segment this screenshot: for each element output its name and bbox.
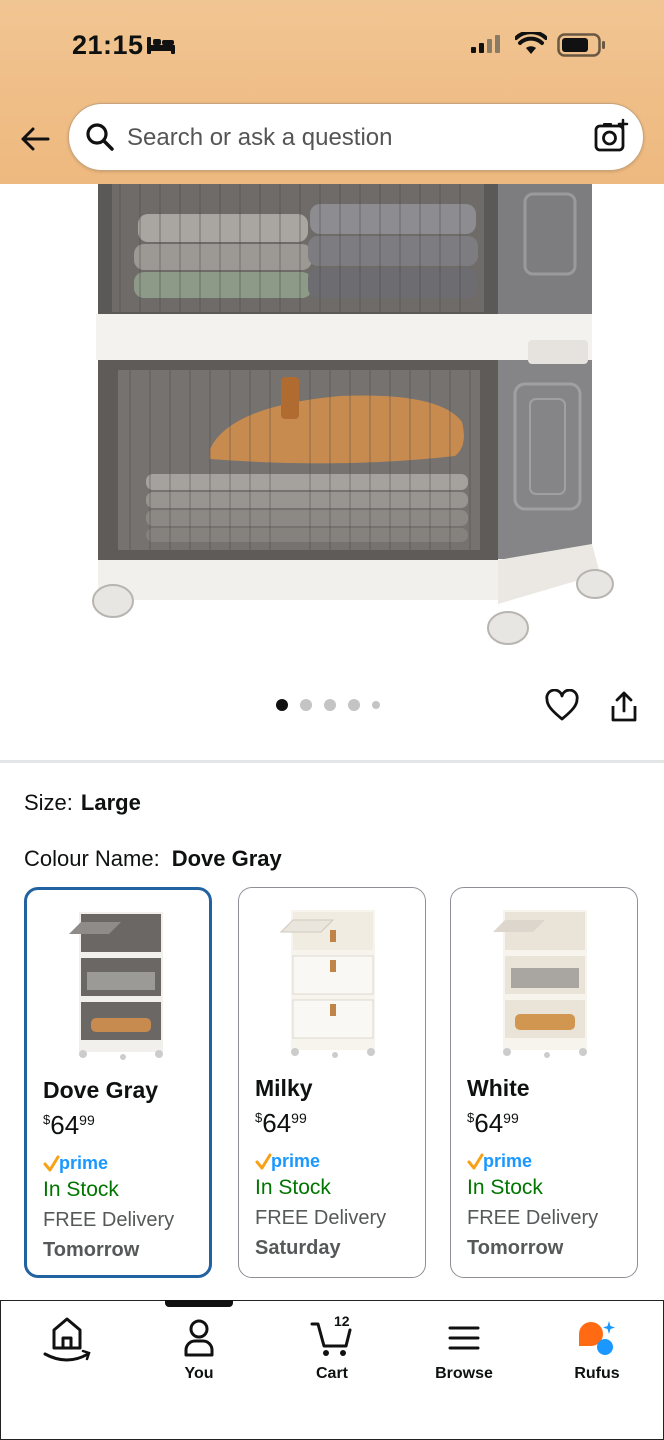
person-icon [184, 1319, 214, 1357]
image-pagination-dots[interactable] [276, 699, 380, 711]
camera-search-icon[interactable] [593, 118, 629, 154]
colour-label: Colour Name: [24, 846, 160, 871]
svg-text:prime: prime [271, 1151, 320, 1171]
prime-badge-icon: prime [467, 1151, 532, 1171]
stock-status: In Stock [43, 1178, 119, 1201]
delivery-day: Saturday [255, 1237, 341, 1259]
delivery-day: Tomorrow [43, 1239, 140, 1261]
search-input[interactable]: Search or ask a question [127, 124, 393, 152]
stock-status: In Stock [255, 1176, 331, 1199]
cellular-signal-icon [471, 35, 500, 53]
pagination-dot-3[interactable] [324, 699, 336, 711]
back-arrow-icon[interactable] [18, 122, 52, 156]
size-value: Large [80, 790, 141, 815]
storage-cabinet-image [92, 184, 614, 645]
menu-icon [448, 1326, 480, 1350]
product-thumbnail [69, 912, 163, 1060]
swatch-name: White [467, 1075, 530, 1101]
nav-browse[interactable]: Browse [414, 1315, 514, 1383]
nav-rufus[interactable]: Rufus [547, 1315, 647, 1383]
bed-icon [147, 37, 175, 54]
delivery-day: Tomorrow [467, 1237, 564, 1259]
heart-icon[interactable] [545, 689, 579, 723]
pagination-dot-2[interactable] [300, 699, 312, 711]
delivery-text: FREE Delivery [467, 1207, 599, 1229]
nav-home[interactable] [17, 1315, 117, 1362]
swatch-name: Milky [255, 1075, 313, 1101]
bottom-navigation: You 12 Cart Browse Rufus [0, 1300, 664, 1440]
svg-text:prime: prime [59, 1153, 108, 1173]
nav-browse-label: Browse [435, 1365, 493, 1382]
prime-badge-icon: prime [255, 1151, 320, 1171]
rufus-icon [579, 1321, 615, 1355]
stock-status: In Stock [467, 1176, 543, 1199]
home-icon [43, 1317, 91, 1362]
section-divider [0, 760, 664, 763]
swatch-price: $6499 [467, 1108, 519, 1138]
nav-you[interactable]: You [149, 1315, 249, 1383]
active-tab-indicator [165, 1300, 233, 1307]
status-time: 21:15 [72, 30, 144, 60]
colour-row: Colour Name: Dove Gray [24, 846, 282, 872]
battery-icon [557, 33, 605, 57]
cart-count-badge: 12 [334, 1313, 350, 1329]
prime-badge-icon: prime [43, 1153, 108, 1173]
colour-swatch-dove-gray[interactable]: Dove Gray $6499 prime In Stock FREE Deli… [24, 887, 212, 1278]
nav-you-label: You [184, 1365, 214, 1382]
pagination-dot-1[interactable] [276, 699, 288, 711]
product-image[interactable] [0, 184, 664, 664]
product-thumbnail [279, 910, 375, 1058]
share-icon[interactable] [609, 690, 639, 724]
search-icon [86, 123, 114, 151]
colour-swatch-milky[interactable]: Milky $6499 prime In Stock FREE Delivery… [238, 887, 426, 1278]
search-bar[interactable]: Search or ask a question [68, 103, 644, 171]
nav-cart-label: Cart [315, 1365, 348, 1382]
nav-cart[interactable]: 12 Cart [282, 1313, 382, 1383]
product-thumbnail [493, 910, 587, 1058]
delivery-text: FREE Delivery [255, 1207, 387, 1229]
pagination-dot-5[interactable] [372, 701, 380, 709]
size-row: Size: Large [24, 790, 141, 816]
header: 21:15 Search or ask a question [0, 0, 664, 184]
colour-swatch-white[interactable]: White $6499 prime In Stock FREE Delivery… [450, 887, 638, 1278]
svg-text:prime: prime [483, 1151, 532, 1171]
delivery-text: FREE Delivery [43, 1209, 175, 1231]
size-label: Size: [24, 790, 73, 815]
swatch-price: $6499 [255, 1108, 307, 1138]
nav-rufus-label: Rufus [574, 1365, 620, 1382]
colour-value: Dove Gray [171, 846, 282, 871]
swatch-price: $6499 [43, 1110, 95, 1140]
swatch-name: Dove Gray [43, 1077, 159, 1103]
wifi-icon [515, 32, 547, 54]
pagination-dot-4[interactable] [348, 699, 360, 711]
